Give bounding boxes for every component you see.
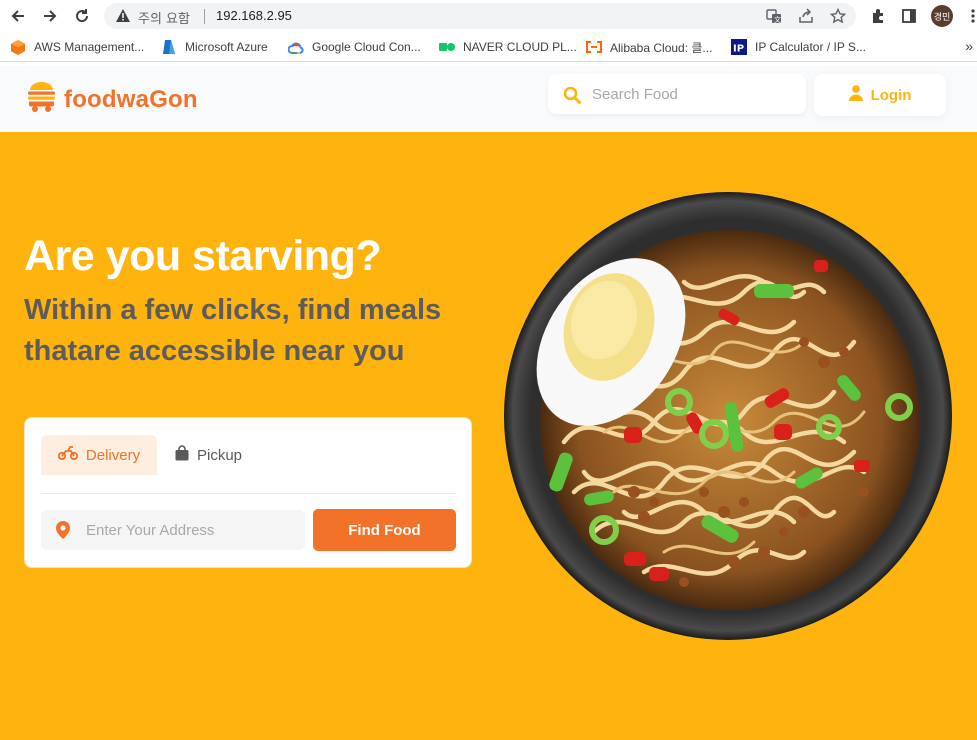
omnibox[interactable]: 주의 요함 192.168.2.95 文 bbox=[104, 3, 856, 29]
aws-icon bbox=[10, 39, 26, 55]
omnibox-divider bbox=[204, 9, 205, 24]
back-icon[interactable] bbox=[6, 4, 30, 28]
star-icon[interactable] bbox=[829, 7, 847, 25]
noodle-bowl-image bbox=[504, 192, 952, 640]
bookmark-aws[interactable]: AWS Management... bbox=[10, 39, 144, 55]
hero-title: Are you starving? bbox=[24, 232, 382, 280]
reload-icon[interactable] bbox=[70, 4, 94, 28]
naver-cloud-icon bbox=[439, 39, 455, 55]
browser-toolbar: 주의 요함 192.168.2.95 文 경민 bbox=[0, 0, 977, 32]
tab-delivery-label: Delivery bbox=[85, 446, 141, 464]
bookmark-label: Google Cloud Con... bbox=[312, 40, 421, 54]
url-text[interactable]: 192.168.2.95 bbox=[216, 8, 292, 23]
ip-calc-icon: IP bbox=[731, 39, 747, 55]
logo-text: foodwaGon bbox=[64, 86, 198, 113]
bookmark-label: AWS Management... bbox=[34, 40, 145, 54]
google-cloud-icon bbox=[288, 39, 304, 55]
food-wagon-icon bbox=[27, 82, 56, 118]
login-button[interactable]: Login bbox=[814, 74, 946, 116]
login-label: Login bbox=[870, 86, 912, 104]
profile-avatar[interactable]: 경민 bbox=[931, 5, 953, 27]
bookmark-label: NAVER CLOUD PL... bbox=[463, 40, 577, 54]
bookmark-ip-calculator[interactable]: IP IP Calculator / IP S... bbox=[731, 39, 866, 55]
alibaba-icon bbox=[586, 39, 602, 55]
bookmark-alibaba[interactable]: Alibaba Cloud: 클... bbox=[586, 39, 712, 55]
shopping-bag-icon bbox=[175, 445, 197, 465]
search-placeholder: Search Food bbox=[592, 86, 678, 103]
forward-icon[interactable] bbox=[38, 4, 62, 28]
share-icon[interactable] bbox=[797, 7, 815, 25]
search-food-input[interactable]: Search Food bbox=[548, 74, 806, 114]
warning-icon[interactable] bbox=[115, 8, 131, 28]
tab-pickup-label: Pickup bbox=[197, 446, 243, 464]
more-bookmarks-icon[interactable]: » bbox=[965, 38, 973, 54]
address-placeholder: Enter Your Address bbox=[86, 522, 215, 539]
site-logo[interactable]: foodwaGon bbox=[27, 82, 198, 118]
search-icon bbox=[563, 86, 581, 109]
bookmark-label: Microsoft Azure bbox=[185, 40, 268, 54]
bookmark-label: IP Calculator / IP S... bbox=[755, 40, 866, 54]
hero-subtitle: Within a few clicks, find meals thatare … bbox=[24, 294, 442, 367]
bookmarks-bar: AWS Management... Microsoft Azure Google… bbox=[0, 32, 977, 62]
motorcycle-icon bbox=[57, 446, 86, 464]
menu-icon[interactable] bbox=[962, 5, 977, 27]
user-icon bbox=[848, 84, 863, 106]
security-warning-text[interactable]: 주의 요함 bbox=[138, 8, 190, 27]
extensions-icon[interactable] bbox=[867, 5, 889, 27]
address-input[interactable]: Enter Your Address bbox=[41, 510, 305, 550]
location-pin-icon bbox=[56, 521, 70, 544]
find-food-button[interactable]: Find Food bbox=[313, 509, 456, 551]
order-card: Delivery Pickup Enter Your Address Find … bbox=[24, 417, 472, 568]
svg-text:文: 文 bbox=[774, 15, 781, 24]
bookmark-google-cloud[interactable]: Google Cloud Con... bbox=[288, 39, 421, 55]
tab-divider bbox=[41, 493, 456, 494]
tab-pickup[interactable]: Pickup bbox=[173, 435, 273, 475]
translate-icon[interactable]: 文 bbox=[765, 7, 783, 25]
bookmark-azure[interactable]: Microsoft Azure bbox=[161, 39, 268, 55]
side-panel-icon[interactable] bbox=[898, 5, 920, 27]
azure-icon bbox=[161, 39, 177, 55]
bookmark-naver-cloud[interactable]: NAVER CLOUD PL... bbox=[439, 39, 577, 55]
bookmark-label: Alibaba Cloud: 클... bbox=[610, 40, 713, 55]
tab-delivery[interactable]: Delivery bbox=[41, 435, 157, 475]
svg-text:IP: IP bbox=[733, 44, 744, 55]
